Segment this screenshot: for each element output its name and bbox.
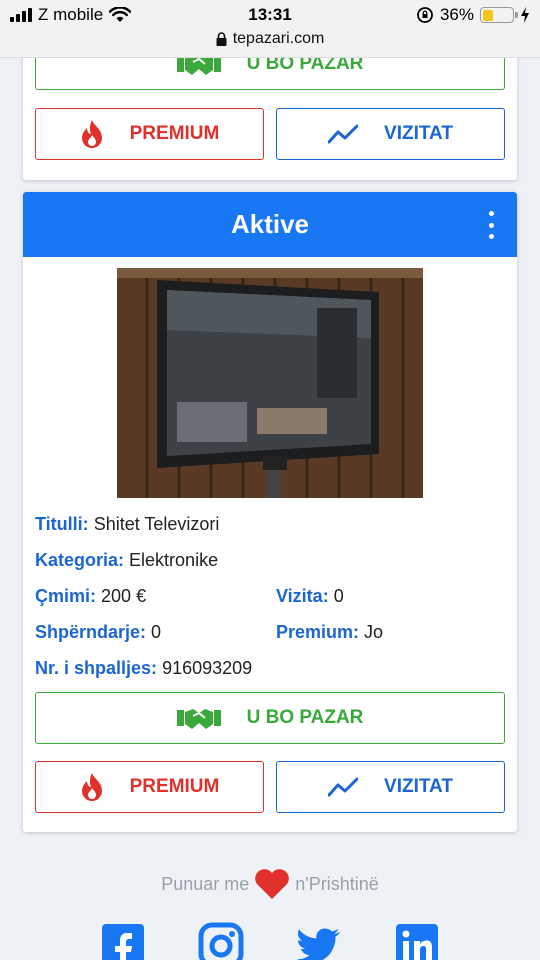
handshake-icon: [176, 709, 221, 729]
listing-card: Aktive Titulli: Shitet Televizori Katego…: [23, 192, 517, 832]
fire-icon: [81, 120, 102, 148]
field-title: Titulli: Shitet Televizori: [35, 514, 220, 534]
field-category: Kategoria: Elektronike: [35, 550, 219, 570]
visits-button[interactable]: VIZITAT: [276, 761, 505, 813]
instagram-icon[interactable]: [198, 922, 244, 960]
premium-button-label: PREMIUM: [129, 123, 220, 144]
field-listing-number: Nr. i shpalljes: 916093209: [35, 658, 253, 678]
linkedin-icon[interactable]: [394, 922, 440, 960]
heart-icon: [255, 869, 290, 899]
made-with-suffix: n'Prishtinë: [295, 873, 379, 894]
listing-photo[interactable]: [117, 268, 423, 498]
twitter-icon[interactable]: [296, 922, 342, 960]
visits-button-label: VIZITAT: [384, 123, 453, 144]
address-bar[interactable]: tepazari.com: [0, 30, 540, 48]
trend-icon: [328, 777, 359, 797]
facebook-icon[interactable]: [100, 922, 146, 960]
lock-icon: [216, 32, 227, 46]
premium-button[interactable]: PREMIUM: [35, 761, 264, 813]
card-status-title: Aktive: [230, 209, 310, 239]
battery-icon: [480, 7, 518, 23]
field-visits: Vizita: 0: [276, 586, 344, 606]
visits-button-label: VIZITAT: [384, 776, 453, 797]
premium-button-label: PREMIUM: [129, 776, 220, 797]
deal-button[interactable]: U BO PAZAR: [35, 692, 505, 744]
rotation-lock-icon: [417, 7, 433, 23]
status-bar: Z mobile 13:31 36% tepazari.com: [0, 0, 540, 58]
made-with-prefix: Punuar me: [161, 873, 250, 894]
visits-button[interactable]: VIZITAT: [276, 108, 505, 160]
fire-icon: [81, 773, 102, 801]
field-price: Çmimi: 200 €: [35, 586, 147, 606]
field-shares: Shpërndarje: 0: [35, 622, 162, 642]
more-options-icon[interactable]: [485, 211, 497, 239]
premium-button[interactable]: PREMIUM: [35, 108, 264, 160]
deal-button-label: U BO PAZAR: [246, 707, 364, 728]
card-header: Aktive: [23, 192, 517, 257]
charging-icon: [521, 7, 529, 23]
trend-icon: [328, 124, 359, 144]
field-premium: Premium: Jo: [276, 622, 384, 642]
url-text: tepazari.com: [232, 30, 325, 47]
battery-percent: 36%: [439, 5, 474, 24]
made-with-love: Punuar me n'Prishtinë: [0, 868, 540, 900]
